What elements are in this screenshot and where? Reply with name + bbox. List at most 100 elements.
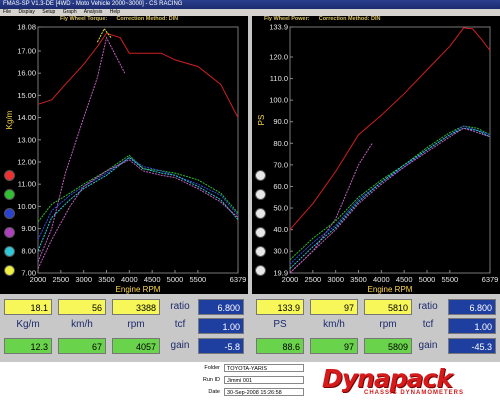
menu-graph[interactable]: Graph [63, 9, 77, 15]
power-y-tick-label: 40.0 [273, 225, 288, 234]
power-y-axis-label: PS [257, 115, 266, 126]
power-series-line [289, 27, 491, 230]
ratio-label: ratio [418, 301, 438, 312]
rpm-unit-label: rpm [127, 319, 145, 330]
power-x-tick-label: 4000 [373, 275, 390, 284]
torque-series-line [96, 27, 112, 43]
run-info-footer: Folder TOYOTA-YARIS Run ID Jimmi 001 Dat… [0, 362, 500, 400]
torque-x-tick-label: 6379 [230, 275, 247, 284]
run-swatch-5[interactable] [255, 246, 266, 257]
power-cursor-speed: 97 [310, 338, 358, 354]
torque-series-line [37, 159, 239, 269]
window-titlebar: FMAS-SP V1.3-DE [4WD - Moto Vehicle 2000… [0, 0, 500, 9]
dynapack-logo: Dynapack CHASSIS DYNAMOMETERS [316, 364, 494, 398]
ratio-value[interactable]: 6.800 [198, 299, 244, 315]
run-swatch-3[interactable] [255, 208, 266, 219]
torque-y-tick-label: 11.00 [18, 180, 36, 189]
power-cursor-rpm: 5809 [364, 338, 412, 354]
power-chart: Fly Wheel Power: Correction Method: DIN … [252, 16, 500, 294]
torque-y-tick-label: 10.00 [17, 202, 36, 211]
power-y-tick-label: 50.0 [273, 204, 288, 213]
torque-y-tick-label: 12.00 [17, 157, 36, 166]
tcf-label: tcf [422, 319, 434, 330]
torque-y-axis-label: Kg/m [5, 110, 14, 129]
menu-analysis[interactable]: Analysis [84, 9, 103, 15]
folder-field[interactable]: TOYOTA-YARIS [224, 364, 304, 372]
menu-help[interactable]: Help [110, 9, 120, 15]
power-plot: 19.930.040.050.060.070.080.090.0100.0110… [257, 23, 499, 295]
torque-x-tick-label: 3000 [75, 275, 92, 284]
power-y-tick-label: 133.9 [269, 23, 288, 32]
menu-setup[interactable]: Setup [42, 9, 55, 15]
torque-unit-label: Kg/m [16, 319, 40, 330]
torque-x-tick-label: 4500 [144, 275, 161, 284]
torque-plot-area [37, 26, 239, 274]
power-series-line [289, 127, 491, 269]
run-swatch-blue[interactable] [4, 208, 15, 219]
power-series-line [289, 143, 373, 274]
torque-cursor-speed: 67 [58, 338, 106, 354]
runid-field[interactable]: Jimmi 001 [224, 376, 304, 384]
power-x-tick-label: 6379 [482, 275, 499, 284]
date-label: Date [208, 389, 220, 395]
power-y-tick-label: 70.0 [273, 160, 288, 169]
speed-unit-label: km/h [71, 319, 93, 330]
power-y-tick-label: 30.0 [273, 247, 288, 256]
power-x-tick-label: 3500 [350, 275, 367, 284]
torque-y-tick-label: 9.00 [21, 224, 36, 233]
power-cursor-value: 88.6 [256, 338, 304, 354]
run-swatch-4[interactable] [255, 227, 266, 238]
torque-peak-value: 18.1 [4, 299, 52, 315]
run-swatch-6[interactable] [255, 265, 266, 276]
torque-x-tick-label: 5000 [167, 275, 184, 284]
torque-series-line [37, 156, 239, 251]
power-series-line [289, 125, 491, 265]
power-y-tick-label: 120.0 [269, 52, 288, 61]
power-plot-area [289, 26, 491, 274]
power-y-tick-label: 100.0 [269, 96, 288, 105]
run-swatch-1[interactable] [255, 170, 266, 181]
tcf-label: tcf [174, 319, 186, 330]
power-x-tick-label: 2000 [282, 275, 299, 284]
power-series-line [289, 127, 491, 274]
power-x-tick-label: 4500 [396, 275, 413, 284]
run-swatch-green[interactable] [4, 189, 15, 200]
speed-unit-label: km/h [323, 319, 345, 330]
tcf-value[interactable]: 1.00 [198, 318, 244, 334]
torque-peak-rpm: 3388 [112, 299, 160, 315]
run-swatch-red[interactable] [4, 170, 15, 181]
torque-peak-speed: 56 [58, 299, 106, 315]
power-x-tick-label: 2500 [304, 275, 321, 284]
run-swatch-yellow[interactable] [4, 265, 15, 276]
folder-label: Folder [204, 365, 220, 371]
tcf-value[interactable]: 1.00 [448, 318, 496, 334]
torque-y-tick-label: 15.00 [17, 91, 36, 100]
power-y-tick-label: 80.0 [273, 139, 288, 148]
gain-value[interactable]: -45.3 [448, 338, 496, 354]
menu-file[interactable]: File [3, 9, 11, 15]
torque-chart: Fly Wheel Torque: Correction Method: DIN… [0, 16, 248, 294]
power-y-tick-label: 90.0 [273, 117, 288, 126]
torque-cursor-value: 12.3 [4, 338, 52, 354]
run-swatch-cyan[interactable] [4, 246, 15, 257]
torque-y-tick-label: 13.00 [17, 135, 36, 144]
menu-display[interactable]: Display [18, 9, 34, 15]
torque-series-line [37, 156, 239, 240]
brand-tagline: CHASSIS DYNAMOMETERS [364, 390, 465, 396]
torque-series-line [37, 32, 239, 118]
power-unit-label: PS [273, 319, 287, 330]
gain-value[interactable]: -5.8 [198, 338, 244, 354]
power-x-tick-label: 5500 [442, 275, 459, 284]
power-readout-panel: 133.9 97 5810 ratio 6.800 PS km/h rpm tc… [252, 297, 500, 359]
rpm-unit-label: rpm [379, 319, 397, 330]
power-y-tick-label: 110.0 [270, 74, 288, 83]
torque-y-tick-label: 17.00 [17, 46, 36, 55]
run-swatch-purple[interactable] [4, 227, 15, 238]
torque-x-tick-label: 2500 [52, 275, 69, 284]
run-swatch-2[interactable] [255, 189, 266, 200]
torque-x-axis-label: Engine RPM [116, 285, 161, 294]
power-peak-value: 133.9 [256, 299, 304, 315]
ratio-value[interactable]: 6.800 [448, 299, 496, 315]
torque-plot: 7.008.009.0010.0011.0012.0013.0014.0015.… [5, 23, 247, 295]
torque-y-tick-label: 14.00 [17, 113, 36, 122]
